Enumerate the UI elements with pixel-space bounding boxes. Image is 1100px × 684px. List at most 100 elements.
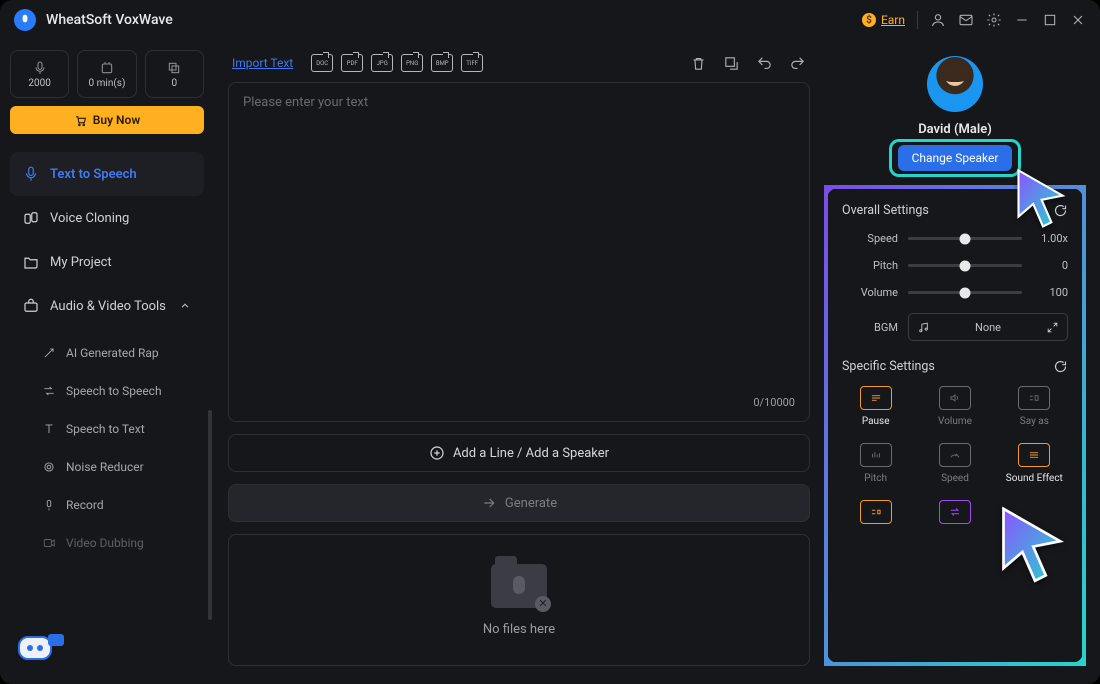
text-input[interactable]: Please enter your text 0/10000 (228, 82, 810, 422)
specific-volume[interactable]: Volume (921, 386, 988, 427)
no-files-label: No files here (483, 622, 555, 637)
cloning-icon (22, 209, 40, 227)
folder-x-icon: ✕ (535, 596, 551, 612)
nav-my-project[interactable]: My Project (10, 240, 204, 284)
maximize-icon[interactable] (1042, 12, 1058, 28)
sub-speech-to-text[interactable]: Speech to Text (10, 410, 204, 448)
speed-slider[interactable] (908, 237, 1022, 240)
add-block-icon[interactable] (723, 55, 740, 72)
sub-video-dubbing[interactable]: Video Dubbing (10, 524, 204, 562)
sidebar-scrollbar[interactable] (208, 410, 212, 620)
empty-folder-icon: ✕ (491, 564, 547, 608)
annotation-cursor-1 (1008, 162, 1078, 236)
video-icon (42, 536, 56, 550)
earn-label: Earn (881, 13, 905, 27)
volume-icon (946, 391, 964, 405)
specific-pitch[interactable]: Pitch (842, 443, 909, 484)
specific-pause[interactable]: Pause (842, 386, 909, 427)
say-as-icon (1025, 391, 1043, 405)
user-icon[interactable] (930, 12, 946, 28)
nav-text-to-speech[interactable]: Text to Speech (10, 152, 204, 196)
nav-audio-video-tools[interactable]: Audio & Video Tools (10, 284, 204, 328)
pitch-slider[interactable] (908, 264, 1022, 267)
nav-project-label: My Project (50, 255, 112, 270)
chatbot-icon[interactable] (18, 636, 58, 670)
text-icon (42, 422, 56, 436)
redo-icon[interactable] (789, 55, 806, 72)
bgm-row: BGM None (842, 313, 1068, 341)
specific-extra-2[interactable] (921, 500, 988, 524)
specific-sound-effect[interactable]: Sound Effect (1001, 443, 1068, 484)
volume-value: 100 (1032, 286, 1068, 299)
earn-link[interactable]: $ Earn (862, 13, 905, 27)
nav-cloning-label: Voice Cloning (50, 211, 129, 226)
nav-voice-cloning[interactable]: Voice Cloning (10, 196, 204, 240)
quota-minutes-value: 0 min(s) (89, 78, 126, 89)
generate-button[interactable]: Generate (228, 484, 810, 522)
specific-sayas-label: Say as (1020, 416, 1049, 427)
sub-ai-rap[interactable]: AI Generated Rap (10, 334, 204, 372)
close-icon[interactable] (1070, 12, 1086, 28)
buy-now-button[interactable]: Buy Now (10, 106, 204, 134)
add-line-speaker-button[interactable]: Add a Line / Add a Speaker (228, 434, 810, 472)
expand-icon (1046, 321, 1059, 334)
format-bmp[interactable]: BMP (431, 54, 453, 72)
overall-settings-title: Overall Settings (842, 203, 929, 218)
sfx-icon (1025, 448, 1043, 462)
refresh-specific-icon[interactable] (1053, 359, 1068, 374)
format-tiff[interactable]: TIFF (461, 54, 483, 72)
noise-icon (42, 460, 56, 474)
quota-chars-value: 2000 (28, 78, 50, 89)
toolbox-icon (22, 297, 40, 315)
import-text-link[interactable]: Import Text (232, 56, 293, 70)
format-jpg[interactable]: JPG (371, 54, 393, 72)
bgm-select[interactable]: None (908, 313, 1068, 341)
sub-noise-label: Noise Reducer (66, 460, 144, 474)
bars-icon (867, 448, 885, 462)
sub-speech-to-speech[interactable]: Speech to Speech (10, 372, 204, 410)
wand-icon (42, 346, 56, 360)
add-line-label: Add a Line / Add a Speaker (453, 446, 609, 461)
sub-s2t-label: Speech to Text (66, 422, 145, 436)
sub-rap-label: AI Generated Rap (66, 346, 159, 360)
format-doc[interactable]: DOC (311, 54, 333, 72)
nav-tools-label: Audio & Video Tools (50, 299, 166, 314)
trash-icon[interactable] (690, 55, 707, 72)
quota-chars: 2000 (10, 50, 69, 98)
sub-noise-reducer[interactable]: Noise Reducer (10, 448, 204, 486)
gauge-icon (946, 448, 964, 462)
change-speaker-button[interactable]: Change Speaker (898, 145, 1013, 171)
format-pdf[interactable]: PDF (341, 54, 363, 72)
format-png[interactable]: PNG (401, 54, 423, 72)
quota-count-value: 0 (172, 78, 178, 89)
pitch-label: Pitch (842, 259, 898, 272)
sub-record[interactable]: Record (10, 486, 204, 524)
app-logo (14, 9, 36, 31)
specific-settings-title: Specific Settings (842, 359, 935, 374)
volume-slider[interactable] (908, 291, 1022, 294)
specific-extra-1[interactable] (842, 500, 909, 524)
bgm-label: BGM (842, 321, 898, 334)
layers-icon (166, 60, 182, 76)
files-dropzone[interactable]: ✕ No files here (228, 534, 810, 666)
nav-tts-label: Text to Speech (50, 167, 137, 182)
minimize-icon[interactable] (1014, 12, 1030, 28)
cart-icon (74, 114, 87, 127)
speaker-name: David (Male) (918, 122, 992, 137)
quota-count: 0 (145, 50, 204, 98)
speaker-avatar (927, 56, 983, 112)
quota-minutes: 0 min(s) (77, 50, 136, 98)
separator (917, 11, 918, 29)
specific-speed[interactable]: Speed (921, 443, 988, 484)
text-placeholder: Please enter your text (243, 95, 795, 396)
record-icon (42, 498, 56, 512)
bgm-value: None (930, 321, 1046, 334)
undo-icon[interactable] (756, 55, 773, 72)
music-icon (917, 321, 930, 334)
gear-icon[interactable] (986, 12, 1002, 28)
specific-say-as[interactable]: Say as (1001, 386, 1068, 427)
specific-sfx-label: Sound Effect (1006, 473, 1063, 484)
char-counter: 0/10000 (753, 396, 795, 409)
mail-icon[interactable] (958, 12, 974, 28)
chevron-up-icon (178, 299, 192, 313)
